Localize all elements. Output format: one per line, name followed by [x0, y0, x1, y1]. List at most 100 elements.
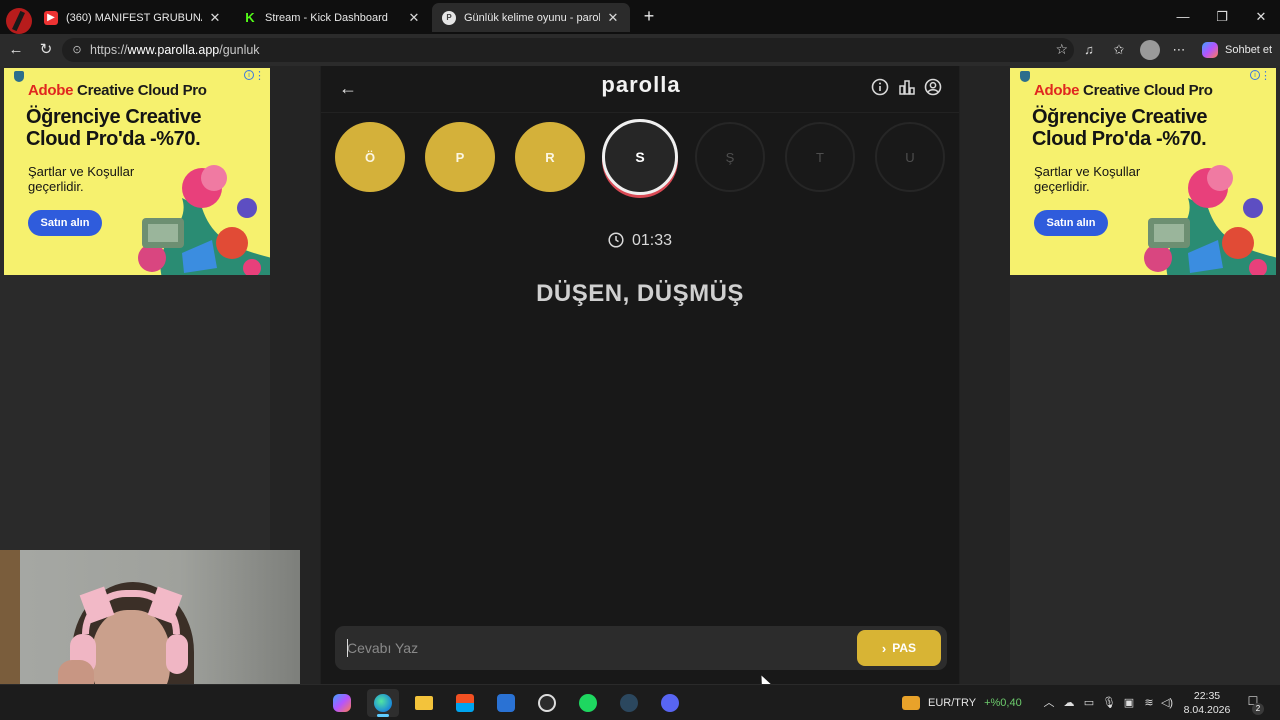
profile-icon[interactable] [924, 78, 942, 96]
stats-icon[interactable] [898, 78, 916, 96]
tab-kick-dashboard[interactable]: K Stream - Kick Dashboard ✕ [233, 3, 431, 32]
taskbar: EUR/TRY +%0,40 ︿ ☁ ▭ 🎙 ▣ ≋ ◁) 22:35 8.04… [0, 684, 1280, 720]
back-arrow-icon[interactable]: ← [6, 40, 26, 60]
header-divider [321, 112, 959, 113]
ad-headline: Öğrenciye Creative Cloud Pro'da -%70. [1032, 106, 1208, 150]
screen: ▶ (360) MANIFEST GRUBUNA İdol O ✕ K Stre… [0, 0, 1280, 720]
display-icon[interactable]: ▣ [1122, 696, 1136, 710]
tab-parolla[interactable]: P Günlük kelime oyunu - parolla - K ✕ [432, 3, 630, 32]
more-menu-icon[interactable]: ⋯ [1170, 41, 1188, 59]
tab-title: (360) MANIFEST GRUBUNA İdol O [66, 11, 202, 24]
game-panel: ← parolla Ö P R S Ş T U 01:33 DÜŞEN, DÜŞ… [320, 66, 960, 684]
taskbar-steam[interactable] [613, 689, 645, 717]
favorite-star-icon[interactable]: ☆ [1055, 41, 1068, 58]
ad-flower-illustration [1128, 165, 1276, 275]
microphone-icon[interactable]: 🎙 [1102, 696, 1116, 710]
answer-input[interactable] [347, 626, 847, 670]
folder-icon [415, 696, 433, 710]
back-arrow-icon[interactable]: ← [337, 78, 359, 98]
taskbar-explorer[interactable] [408, 689, 440, 717]
clock-icon [608, 232, 624, 248]
taskbar-discord[interactable] [654, 689, 686, 717]
info-icon[interactable] [871, 78, 889, 96]
ad-shield-icon [1020, 71, 1030, 82]
copilot-button[interactable]: Sohbet et [1196, 39, 1276, 61]
text-caret [347, 639, 348, 657]
edge-icon [374, 694, 392, 712]
letter-circle: Ş [695, 122, 765, 192]
taskbar-copilot[interactable] [326, 689, 358, 717]
ad-banner-left[interactable]: Adobe Creative Cloud Pro Öğrenciye Creat… [4, 68, 270, 275]
close-icon[interactable]: ✕ [606, 10, 620, 26]
read-aloud-icon[interactable]: ♫ [1080, 41, 1098, 59]
currency-widget[interactable]: EUR/TRY +%0,40 [902, 685, 1022, 720]
ad-buy-button[interactable]: Satın alın [28, 210, 102, 236]
onedrive-icon[interactable]: ☁ [1062, 696, 1076, 710]
page-title: parolla [601, 72, 681, 97]
copilot-label: Sohbet et [1225, 44, 1273, 56]
copilot-icon [333, 694, 351, 712]
ad-brand: Adobe Creative Cloud Pro [28, 82, 207, 99]
mail-icon [497, 694, 515, 712]
kick-icon: K [245, 10, 255, 25]
obs-icon [538, 694, 556, 712]
url-text: https://www.parolla.app/gunluk [90, 43, 260, 57]
letter-circle: Ö [335, 122, 405, 192]
tray-overflow-icon[interactable]: ︿ [1042, 696, 1056, 710]
currency-change: +%0,40 [984, 697, 1022, 709]
notification-badge: 2 [1252, 703, 1264, 715]
tab-youtube[interactable]: ▶ (360) MANIFEST GRUBUNA İdol O ✕ [34, 3, 232, 32]
parolla-icon: P [442, 10, 456, 25]
webcam-headphone-right [166, 634, 188, 674]
pass-button[interactable]: › PAS [857, 630, 941, 666]
battery-icon[interactable]: ▭ [1082, 696, 1096, 710]
letter-circle-current: S [602, 119, 678, 195]
steam-icon [620, 694, 638, 712]
ad-brand: Adobe Creative Cloud Pro [1034, 82, 1213, 99]
address-bar[interactable]: ⊙ https://www.parolla.app/gunluk ☆ [62, 38, 1074, 62]
new-tab-icon[interactable]: + [640, 6, 658, 26]
clock-date: 8.04.2026 [1183, 704, 1231, 716]
ad-shield-icon [14, 71, 24, 82]
discord-icon [661, 694, 679, 712]
overlay-logo-mark [6, 8, 32, 34]
ad-info-icon[interactable]: i [1250, 70, 1260, 80]
volume-icon[interactable]: ◁) [1160, 696, 1174, 710]
spotify-icon [579, 694, 597, 712]
timer-value: 01:33 [631, 232, 673, 249]
taskbar-edge[interactable] [367, 689, 399, 717]
youtube-icon: ▶ [44, 10, 58, 25]
window-close-icon[interactable]: ✕ [1242, 0, 1280, 34]
clue-text: DÜŞEN, DÜŞMÜŞ [536, 280, 744, 307]
reload-icon[interactable]: ↻ [36, 40, 56, 60]
ad-options-icon[interactable]: ⋮ [1260, 69, 1271, 82]
maximize-icon[interactable]: ❐ [1203, 0, 1241, 34]
profile-avatar[interactable] [1140, 40, 1160, 60]
countdown-timer: 01:33 [321, 232, 959, 250]
answer-bar: › PAS [335, 626, 947, 670]
tab-title: Günlük kelime oyunu - parolla - K [464, 11, 600, 24]
ad-buy-button[interactable]: Satın alın [1034, 210, 1108, 236]
ad-options-icon[interactable]: ⋮ [254, 69, 265, 82]
close-icon[interactable]: ✕ [208, 10, 222, 26]
chevron-right-icon: › [881, 640, 887, 656]
right-ad-column: Adobe Creative Cloud Pro Öğrenciye Creat… [1010, 66, 1280, 684]
letter-circle: R [515, 122, 585, 192]
taskbar-spotify[interactable] [572, 689, 604, 717]
pass-label: PAS [892, 641, 917, 655]
taskbar-store[interactable] [449, 689, 481, 717]
minimize-icon[interactable]: — [1164, 0, 1202, 34]
ad-info-icon[interactable]: i [244, 70, 254, 80]
ad-banner-right[interactable]: Adobe Creative Cloud Pro Öğrenciye Creat… [1010, 68, 1276, 275]
wifi-icon[interactable]: ≋ [1142, 696, 1156, 710]
ad-flower-illustration [122, 165, 270, 275]
favorites-icon[interactable]: ✩ [1110, 41, 1128, 59]
taskbar-obs[interactable] [531, 689, 563, 717]
close-icon[interactable]: ✕ [407, 10, 421, 26]
letter-circle: T [785, 122, 855, 192]
taskbar-mail[interactable] [490, 689, 522, 717]
store-icon [456, 694, 474, 712]
site-info-icon[interactable]: ⊙ [70, 43, 84, 57]
system-clock[interactable]: 22:35 8.04.2026 [1176, 689, 1238, 717]
letter-circle: P [425, 122, 495, 192]
